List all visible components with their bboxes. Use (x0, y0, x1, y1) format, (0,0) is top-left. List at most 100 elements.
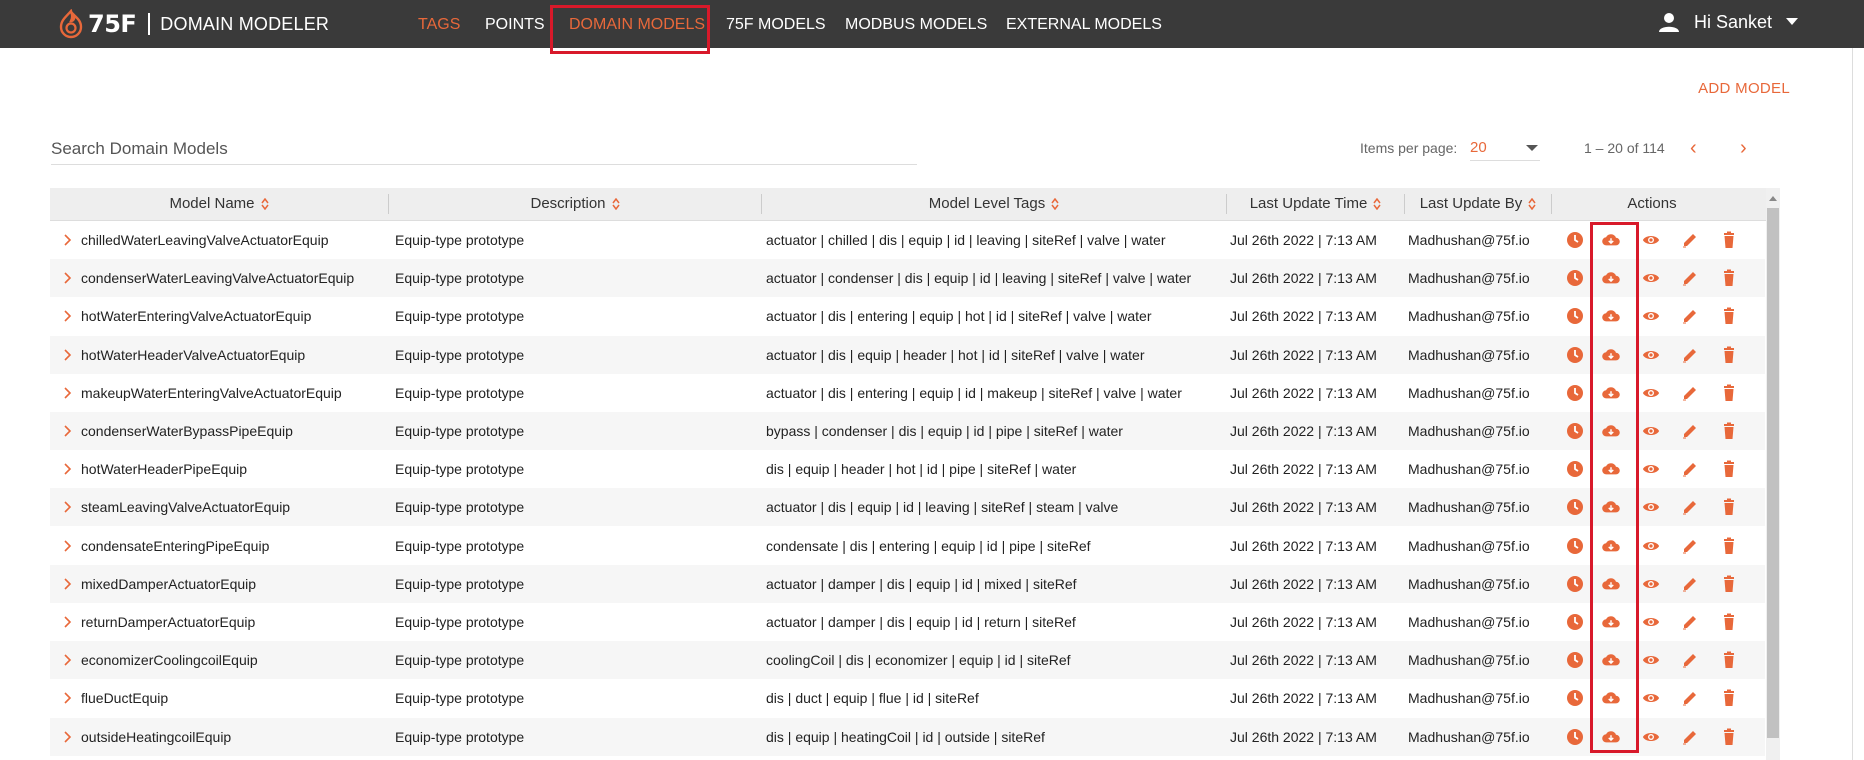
delete-icon[interactable] (1720, 537, 1738, 555)
download-icon[interactable] (1602, 460, 1620, 478)
table-row[interactable]: steamLeavingValveActuatorEquip Equip-type… (50, 488, 1765, 527)
edit-icon[interactable] (1681, 422, 1699, 440)
download-icon[interactable] (1602, 651, 1620, 669)
edit-icon[interactable] (1681, 346, 1699, 364)
scroll-thumb[interactable] (1767, 208, 1779, 738)
nav-external-models[interactable]: EXTERNAL MODELS (1006, 16, 1162, 34)
download-icon[interactable] (1602, 231, 1620, 249)
delete-icon[interactable] (1720, 728, 1738, 746)
chevron-right-icon[interactable] (64, 654, 72, 666)
add-model-button[interactable]: ADD MODEL (1698, 80, 1790, 97)
search-input[interactable] (51, 134, 917, 165)
delete-icon[interactable] (1720, 651, 1738, 669)
view-icon[interactable] (1642, 231, 1660, 249)
history-icon[interactable] (1566, 307, 1584, 325)
table-row[interactable]: hotWaterEnteringValveActuatorEquip Equip-… (50, 297, 1765, 335)
view-icon[interactable] (1642, 498, 1660, 516)
chevron-right-icon[interactable] (64, 616, 72, 628)
download-icon[interactable] (1602, 346, 1620, 364)
chevron-right-icon[interactable] (64, 578, 72, 590)
edit-icon[interactable] (1681, 689, 1699, 707)
chevron-right-icon[interactable] (64, 387, 72, 399)
table-row[interactable]: chilledWaterLeavingValveActuatorEquip Equ… (50, 221, 1765, 259)
nav-tags[interactable]: TAGS (418, 16, 460, 34)
table-row[interactable]: outsideHeatingcoilEquip Equip-type protot… (50, 717, 1765, 756)
nav-domain-models[interactable]: DOMAIN MODELS (569, 16, 705, 34)
chevron-right-icon[interactable] (64, 310, 72, 322)
chevron-right-icon[interactable] (64, 463, 72, 475)
delete-icon[interactable] (1720, 498, 1738, 516)
col-model-level-tags[interactable]: Model Level Tags (762, 188, 1226, 220)
history-icon[interactable] (1566, 689, 1584, 707)
download-icon[interactable] (1602, 269, 1620, 287)
download-icon[interactable] (1602, 422, 1620, 440)
table-row[interactable]: hotWaterHeaderPipeEquip Equip-type protot… (50, 450, 1765, 488)
download-icon[interactable] (1602, 575, 1620, 593)
col-model-name[interactable]: Model Name (50, 188, 388, 220)
edit-icon[interactable] (1681, 613, 1699, 631)
delete-icon[interactable] (1720, 422, 1738, 440)
view-icon[interactable] (1642, 346, 1660, 364)
view-icon[interactable] (1642, 651, 1660, 669)
edit-icon[interactable] (1681, 728, 1699, 746)
table-row[interactable]: condenserWaterLeavingValveActuatorEquip E… (50, 259, 1765, 298)
prev-page-button[interactable]: ‹ (1690, 138, 1697, 158)
history-icon[interactable] (1566, 346, 1584, 364)
view-icon[interactable] (1642, 613, 1660, 631)
edit-icon[interactable] (1681, 307, 1699, 325)
edit-icon[interactable] (1681, 384, 1699, 402)
view-icon[interactable] (1642, 269, 1660, 287)
download-icon[interactable] (1602, 728, 1620, 746)
table-row[interactable]: condensateEnteringPipeEquip Equip-type pr… (50, 527, 1765, 565)
edit-icon[interactable] (1681, 651, 1699, 669)
edit-icon[interactable] (1681, 231, 1699, 249)
table-row[interactable]: condenserWaterBypassPipeEquip Equip-type … (50, 412, 1765, 450)
table-scrollbar[interactable] (1766, 188, 1780, 760)
history-icon[interactable] (1566, 422, 1584, 440)
chevron-right-icon[interactable] (64, 425, 72, 437)
user-menu[interactable]: Hi Sanket (1658, 11, 1798, 33)
history-icon[interactable] (1566, 651, 1584, 669)
next-page-button[interactable]: › (1740, 138, 1747, 158)
chevron-right-icon[interactable] (64, 272, 72, 284)
edit-icon[interactable] (1681, 575, 1699, 593)
history-icon[interactable] (1566, 384, 1584, 402)
table-row[interactable]: hotWaterHeaderValveActuatorEquip Equip-ty… (50, 335, 1765, 374)
download-icon[interactable] (1602, 307, 1620, 325)
delete-icon[interactable] (1720, 575, 1738, 593)
col-last-update-by[interactable]: Last Update By (1405, 188, 1551, 220)
delete-icon[interactable] (1720, 346, 1738, 364)
nav-75f-models[interactable]: 75F MODELS (726, 16, 826, 34)
delete-icon[interactable] (1720, 307, 1738, 325)
table-row[interactable]: returnDamperActuatorEquip Equip-type prot… (50, 603, 1765, 641)
delete-icon[interactable] (1720, 460, 1738, 478)
edit-icon[interactable] (1681, 269, 1699, 287)
history-icon[interactable] (1566, 231, 1584, 249)
page-scrollbar[interactable] (1852, 48, 1864, 760)
delete-icon[interactable] (1720, 269, 1738, 287)
history-icon[interactable] (1566, 575, 1584, 593)
view-icon[interactable] (1642, 460, 1660, 478)
chevron-right-icon[interactable] (64, 540, 72, 552)
history-icon[interactable] (1566, 537, 1584, 555)
history-icon[interactable] (1566, 613, 1584, 631)
logo[interactable]: 75F DOMAIN MODELER (58, 7, 329, 41)
table-row[interactable]: makeupWaterEnteringValveActuatorEquip Equ… (50, 374, 1765, 412)
download-icon[interactable] (1602, 537, 1620, 555)
history-icon[interactable] (1566, 460, 1584, 478)
col-last-update-time[interactable]: Last Update Time (1227, 188, 1404, 220)
edit-icon[interactable] (1681, 498, 1699, 516)
scroll-up-icon[interactable] (1769, 196, 1777, 201)
chevron-right-icon[interactable] (64, 501, 72, 513)
chevron-right-icon[interactable] (64, 234, 72, 246)
col-description[interactable]: Description (389, 188, 761, 220)
view-icon[interactable] (1642, 384, 1660, 402)
view-icon[interactable] (1642, 422, 1660, 440)
view-icon[interactable] (1642, 689, 1660, 707)
delete-icon[interactable] (1720, 384, 1738, 402)
table-row[interactable]: mixedDamperActuatorEquip Equip-type proto… (50, 564, 1765, 603)
chevron-right-icon[interactable] (64, 349, 72, 361)
edit-icon[interactable] (1681, 537, 1699, 555)
items-per-page-select[interactable]: 20 (1470, 136, 1540, 161)
download-icon[interactable] (1602, 613, 1620, 631)
